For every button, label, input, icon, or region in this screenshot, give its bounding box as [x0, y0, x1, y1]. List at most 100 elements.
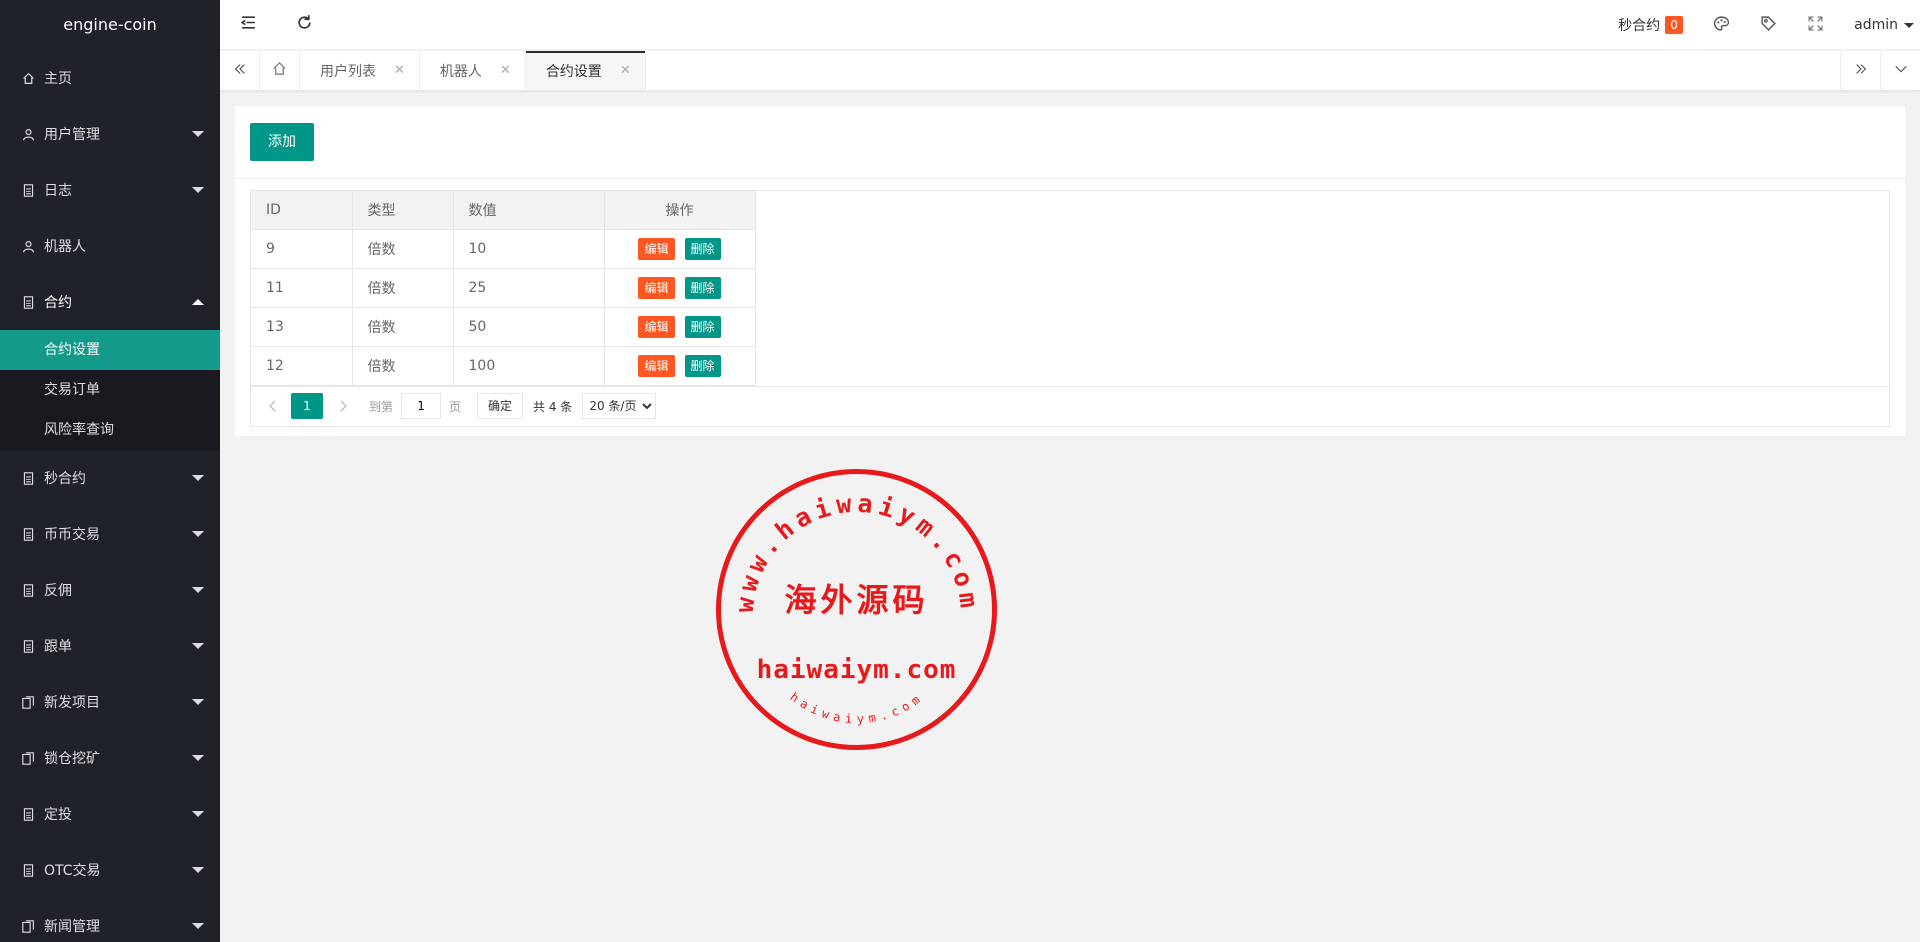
prev-page-button[interactable] — [261, 394, 285, 418]
sidebar-item-home[interactable]: 主页 — [0, 50, 220, 106]
close-icon[interactable]: ✕ — [394, 63, 405, 78]
sidebar-item-fixed-invest[interactable]: 定投 — [0, 786, 220, 842]
cell-actions: 编辑 删除 — [604, 229, 756, 269]
tab-robot[interactable]: 机器人 ✕ — [420, 51, 526, 90]
second-contract-notice[interactable]: 秒合约 0 — [1603, 0, 1698, 50]
tabs-scroll-left-button[interactable] — [220, 51, 260, 90]
cell-value: 10 — [453, 229, 605, 269]
notice-badge: 0 — [1665, 16, 1684, 34]
chevron-down-icon — [192, 643, 204, 649]
chevron-down-icon — [1894, 61, 1908, 80]
chevron-down-icon — [192, 187, 204, 193]
cell-value: 50 — [453, 307, 605, 347]
sidebar-subitem-contract-settings[interactable]: 合约设置 — [0, 330, 220, 370]
sidebar-item-contract[interactable]: 合约 — [0, 274, 220, 330]
stamp-center-text: 海外源码 — [784, 581, 928, 619]
page-size-select[interactable]: 20 条/页 — [582, 393, 657, 419]
sidebar-item-rebate[interactable]: 反佣 — [0, 562, 220, 618]
notice-label: 秒合约 — [1618, 18, 1661, 34]
sidebar-item-label: 主页 — [44, 71, 72, 87]
col-header-id[interactable]: ID — [251, 191, 353, 230]
sidebar-item-robot[interactable]: 机器人 — [0, 218, 220, 274]
sidebar-item-copy-trading[interactable]: 跟单 — [0, 618, 220, 674]
sidebar-item-spot-trading[interactable]: 币币交易 — [0, 506, 220, 562]
sidebar-item-label: 跟单 — [44, 639, 72, 655]
tab-user-list[interactable]: 用户列表 ✕ — [300, 51, 420, 90]
chevron-down-icon — [1904, 22, 1914, 28]
refresh-icon — [296, 14, 313, 36]
edit-button[interactable]: 编辑 — [638, 237, 675, 260]
doc-icon — [20, 862, 36, 878]
delete-button[interactable]: 删除 — [684, 237, 721, 260]
user-menu[interactable]: admin — [1839, 0, 1920, 50]
goto-page-input[interactable] — [401, 393, 442, 419]
sidebar-item-otc[interactable]: OTC交易 — [0, 842, 220, 898]
fullscreen-button[interactable] — [1792, 0, 1839, 50]
sidebar-item-label: 新发项目 — [44, 695, 100, 711]
tab-label: 机器人 — [439, 63, 482, 80]
edit-button[interactable]: 编辑 — [638, 276, 675, 299]
tag-icon — [1760, 15, 1777, 36]
app-logo[interactable]: engine-coin — [0, 0, 220, 50]
chevron-down-icon — [192, 755, 204, 761]
menu-toggle-button[interactable] — [220, 0, 276, 50]
sidebar-item-new-projects[interactable]: 新发项目 — [0, 674, 220, 730]
header-right: 秒合约 0 admin — [1603, 0, 1920, 50]
close-icon[interactable]: ✕ — [500, 63, 511, 78]
delete-button[interactable]: 删除 — [684, 354, 721, 377]
total-count: 共 4 条 — [533, 399, 573, 414]
col-header-value[interactable]: 数值 — [453, 191, 605, 230]
sidebar-item-label: 新闻管理 — [44, 919, 100, 935]
sidebar-item-lock-mining[interactable]: 锁仓挖矿 — [0, 730, 220, 786]
doc-icon — [20, 526, 36, 542]
sidebar-subitem-trade-orders[interactable]: 交易订单 — [0, 370, 220, 410]
sidebar-item-label: 机器人 — [44, 239, 86, 255]
cell-id: 11 — [251, 268, 353, 308]
sidebar-item-user-management[interactable]: 用户管理 — [0, 106, 220, 162]
doc-icon — [20, 806, 36, 822]
delete-button[interactable]: 删除 — [684, 315, 721, 338]
table-row: 12 倍数 100 编辑 删除 — [251, 346, 756, 386]
docs-icon — [20, 750, 36, 766]
tabs-bar: 用户列表 ✕ 机器人 ✕ 合约设置 ✕ — [220, 51, 1920, 91]
current-page[interactable]: 1 — [291, 393, 323, 419]
card-toolbar: 添加 — [235, 106, 1905, 179]
tabs-scroll-right-button[interactable] — [1840, 51, 1880, 90]
tag-button[interactable] — [1745, 0, 1792, 50]
sidebar-item-label: 锁仓挖矿 — [44, 751, 100, 767]
edit-button[interactable]: 编辑 — [638, 354, 675, 377]
tab-label: 合约设置 — [545, 63, 602, 80]
close-icon[interactable]: ✕ — [620, 63, 631, 78]
goto-confirm-button[interactable]: 确定 — [477, 393, 524, 419]
cell-id: 13 — [251, 307, 353, 347]
edit-button[interactable]: 编辑 — [638, 315, 675, 338]
cell-id: 9 — [251, 229, 353, 269]
delete-button[interactable]: 删除 — [684, 276, 721, 299]
contract-submenu: 合约设置 交易订单 风险率查询 — [0, 330, 220, 450]
tabs-right-controls — [1840, 51, 1920, 90]
next-page-button[interactable] — [331, 394, 355, 418]
docs-icon — [20, 694, 36, 710]
add-button[interactable]: 添加 — [250, 123, 314, 161]
sidebar-item-label: 币币交易 — [44, 527, 100, 543]
table-row: 11 倍数 25 编辑 删除 — [251, 268, 756, 308]
refresh-button[interactable] — [276, 0, 332, 50]
tab-home[interactable] — [260, 51, 300, 90]
chevron-down-icon — [192, 131, 204, 137]
docs-icon — [20, 918, 36, 934]
col-header-actions: 操作 — [604, 191, 756, 230]
double-chevron-left-icon — [233, 61, 247, 80]
theme-button[interactable] — [1698, 0, 1745, 50]
cell-actions: 编辑 删除 — [604, 268, 756, 308]
sidebar-item-second-contract[interactable]: 秒合约 — [0, 450, 220, 506]
sidebar-item-label: 合约 — [44, 295, 72, 311]
sidebar-item-news[interactable]: 新闻管理 — [0, 898, 220, 942]
tabs-menu-button[interactable] — [1880, 51, 1920, 90]
sidebar-item-logs[interactable]: 日志 — [0, 162, 220, 218]
page-unit-label: 页 — [449, 399, 462, 414]
sidebar-subitem-risk-query[interactable]: 风险率查询 — [0, 410, 220, 450]
col-header-type[interactable]: 类型 — [352, 191, 454, 230]
cell-type: 倍数 — [352, 307, 454, 347]
user-icon — [20, 126, 36, 142]
tab-contract-settings[interactable]: 合约设置 ✕ — [525, 51, 646, 90]
